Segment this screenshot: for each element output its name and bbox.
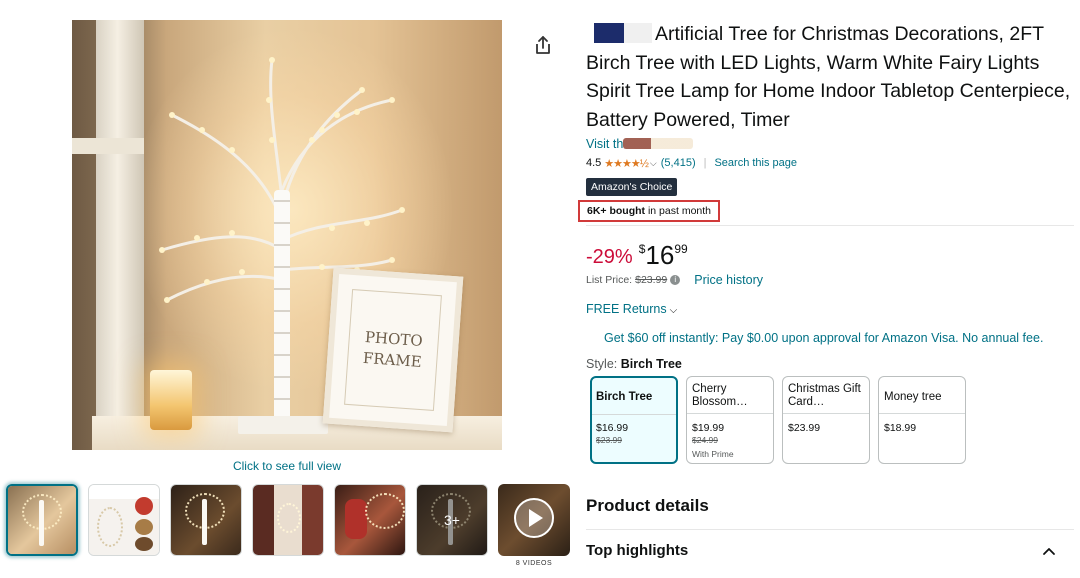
divider xyxy=(586,529,1074,530)
share-icon[interactable] xyxy=(532,34,554,56)
tree-base xyxy=(238,416,328,434)
divider xyxy=(586,225,1074,226)
swatch-name: Birch Tree xyxy=(596,390,653,403)
style-label: Style: Birch Tree xyxy=(586,357,682,371)
swatch-price: $19.99 xyxy=(692,422,725,434)
star-rating-icon[interactable]: ★★★★½ xyxy=(604,157,649,170)
birch-trunk xyxy=(274,190,290,430)
info-icon[interactable]: i xyxy=(670,275,681,285)
thumbnail-5[interactable] xyxy=(334,484,406,556)
chevron-down-icon: ⌵ xyxy=(669,305,678,316)
photo-frame-text: PHOTO FRAME xyxy=(344,289,442,411)
free-returns-text: FREE Returns xyxy=(586,302,667,316)
search-this-page-link[interactable]: Search this page xyxy=(714,157,797,169)
separator: | xyxy=(703,157,707,169)
chevron-up-icon xyxy=(1043,547,1055,555)
top-highlights-toggle[interactable]: Top highlights xyxy=(586,542,1056,559)
swatch-birch-tree[interactable]: Birch Tree $16.99 $23.99 xyxy=(590,376,678,464)
swatch-name: Cherry Blossom… xyxy=(692,383,748,408)
swatch-old-price: $23.99 xyxy=(596,435,622,445)
visit-store-link[interactable]: Visit th xyxy=(586,137,1074,153)
videos-count-label: 8 VIDEOS xyxy=(515,560,553,567)
swatch-name: Christmas Gift Card… xyxy=(788,383,861,408)
swatch-prime-note: With Prime xyxy=(692,449,734,459)
swatch-name: Money tree xyxy=(884,390,942,403)
rating-row: 4.5 ★★★★½ ⌵ (5,415) | Search this page xyxy=(586,155,1074,171)
main-product-image[interactable]: PHOTO FRAME xyxy=(72,20,502,450)
visit-store-text: Visit th xyxy=(586,137,624,151)
product-details-heading[interactable]: Product details xyxy=(586,496,709,516)
thumbnail-4[interactable] xyxy=(252,484,324,556)
swatch-price: $16.99 xyxy=(596,422,629,434)
amazons-choice-badge: Amazon's Choice xyxy=(586,178,678,196)
swatch-cherry-blossom[interactable]: Cherry Blossom… $19.99 $24.99 With Prime xyxy=(686,376,774,464)
thumbnail-2[interactable] xyxy=(88,484,160,556)
play-icon xyxy=(514,498,554,538)
top-highlights-heading: Top highlights xyxy=(586,542,689,559)
video-thumbnail-group: 8 VIDEOS xyxy=(498,484,570,567)
bought-in-past-month: 6K+ bought in past month xyxy=(578,200,720,222)
video-thumbnail[interactable] xyxy=(498,484,570,556)
swatch-money-tree[interactable]: Money tree $18.99 xyxy=(878,376,966,464)
discount-percent: -29% xyxy=(586,246,633,268)
price-fraction: 99 xyxy=(674,242,688,256)
price-block: -29% $ 16 99 xyxy=(586,242,688,269)
rating-score: 4.5 xyxy=(586,157,602,169)
swatch-old-price: $24.99 xyxy=(692,435,718,445)
list-price-row: List Price: $23.99 i Price history xyxy=(586,273,763,287)
visa-offer-link[interactable]: Get $60 off instantly: Pay $0.00 upon ap… xyxy=(604,331,1043,345)
thumbnail-3[interactable] xyxy=(170,484,242,556)
swatch-price: $23.99 xyxy=(788,422,821,434)
click-full-view-link[interactable]: Click to see full view xyxy=(72,459,502,473)
style-swatches: Birch Tree $16.99 $23.99 Cherry Blossom…… xyxy=(590,376,966,464)
thumbnail-1[interactable] xyxy=(6,484,78,556)
swatch-price: $18.99 xyxy=(884,422,917,434)
redacted-store-name xyxy=(623,138,694,149)
more-images-count: 3+ xyxy=(417,485,487,555)
price-whole: 16 xyxy=(645,240,675,270)
list-price-value: $23.99 xyxy=(635,274,668,286)
bought-period: in past month xyxy=(645,205,711,217)
thumbnail-6-more[interactable]: 3+ xyxy=(416,484,488,556)
style-label-text: Style: xyxy=(586,357,618,371)
candle xyxy=(150,370,192,430)
thumbnail-strip: 3+ 8 VIDEOS xyxy=(6,484,570,567)
photo-frame: PHOTO FRAME xyxy=(322,267,464,433)
product-detail-panel: Artificial Tree for Christmas Decoration… xyxy=(578,20,1074,559)
price-currency: $ xyxy=(638,242,646,256)
bought-count: 6K+ bought xyxy=(587,205,646,217)
price-history-link[interactable]: Price history xyxy=(694,273,763,287)
product-title-text: Artificial Tree for Christmas Decoration… xyxy=(586,23,1071,131)
swatch-christmas-gift-card[interactable]: Christmas Gift Card… $23.99 xyxy=(782,376,870,464)
free-returns-link[interactable]: FREE Returns ⌵ xyxy=(586,302,677,316)
redacted-brand xyxy=(586,23,652,43)
style-selected-value: Birch Tree xyxy=(620,357,682,371)
ratings-count-link[interactable]: (5,415) xyxy=(661,157,696,169)
list-price-label: List Price: xyxy=(586,274,633,286)
chevron-down-icon[interactable]: ⌵ xyxy=(650,158,657,169)
product-title: Artificial Tree for Christmas Decoration… xyxy=(586,20,1074,134)
